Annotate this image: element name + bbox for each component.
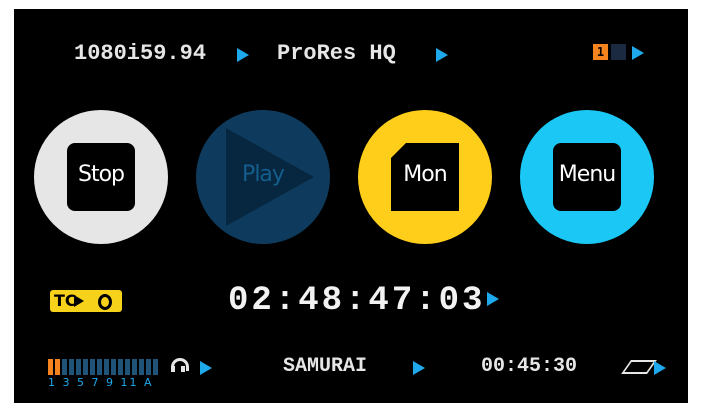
inactive-slot-indicator: [611, 44, 626, 60]
monitor-button[interactable]: Mon: [358, 110, 492, 244]
active-slot-badge: 1: [593, 44, 608, 60]
headphone-arrow-icon[interactable]: [200, 361, 212, 375]
audio-meter-bar: [90, 359, 95, 375]
audio-meter-bar: [104, 359, 109, 375]
audio-meter-bar: [132, 359, 137, 375]
video-format-label[interactable]: 1080i59.94: [74, 42, 206, 66]
audio-meter-bar: [48, 359, 53, 375]
recorder-screen: 1080i59.94 ProRes HQ 1 Stop Play Mon Men…: [14, 9, 688, 403]
play-button[interactable]: Play: [196, 110, 330, 244]
audio-meter-bar: [118, 359, 123, 375]
audio-meter-bar: [146, 359, 151, 375]
audio-meter-bar: [69, 359, 74, 375]
audio-meter-bar: [76, 359, 81, 375]
timecode-display[interactable]: 02:48:47:03: [228, 282, 485, 320]
video-format-arrow-icon[interactable]: [237, 48, 249, 62]
audio-meter-bar: [55, 359, 60, 375]
audio-meter-bar: [83, 359, 88, 375]
headphone-icon-right: [181, 366, 185, 372]
audio-meter-bar: [62, 359, 67, 375]
audio-meter-bar: [153, 359, 158, 375]
device-name-label[interactable]: SAMURAI: [283, 356, 367, 378]
audio-meter-bar: [139, 359, 144, 375]
audio-meter-bar: [125, 359, 130, 375]
remaining-time-label[interactable]: 00:45:30: [481, 356, 577, 378]
audio-channel-labels: 1 3 5 7 9 11 A: [48, 376, 154, 389]
slot-arrow-icon[interactable]: [632, 46, 644, 60]
tc-ring-icon: [98, 294, 112, 310]
remaining-time-arrow-icon[interactable]: [654, 361, 666, 375]
timecode-source-badge[interactable]: TC: [50, 290, 122, 312]
stop-button-label: Stop: [77, 162, 125, 187]
disk-icon: [621, 360, 657, 374]
menu-button-label: Menu: [558, 162, 616, 187]
play-button-label: Play: [242, 162, 285, 187]
codec-label[interactable]: ProRes HQ: [277, 42, 396, 66]
timecode-arrow-icon[interactable]: [487, 292, 499, 306]
menu-button[interactable]: Menu: [520, 110, 654, 244]
headphone-icon-left: [171, 366, 175, 372]
audio-meter-bar: [97, 359, 102, 375]
device-arrow-icon[interactable]: [413, 361, 425, 375]
monitor-button-label: Mon: [403, 162, 447, 187]
stop-button[interactable]: Stop: [34, 110, 168, 244]
codec-arrow-icon[interactable]: [436, 48, 448, 62]
tc-arrow-icon: [74, 295, 84, 307]
audio-meter-bar: [111, 359, 116, 375]
